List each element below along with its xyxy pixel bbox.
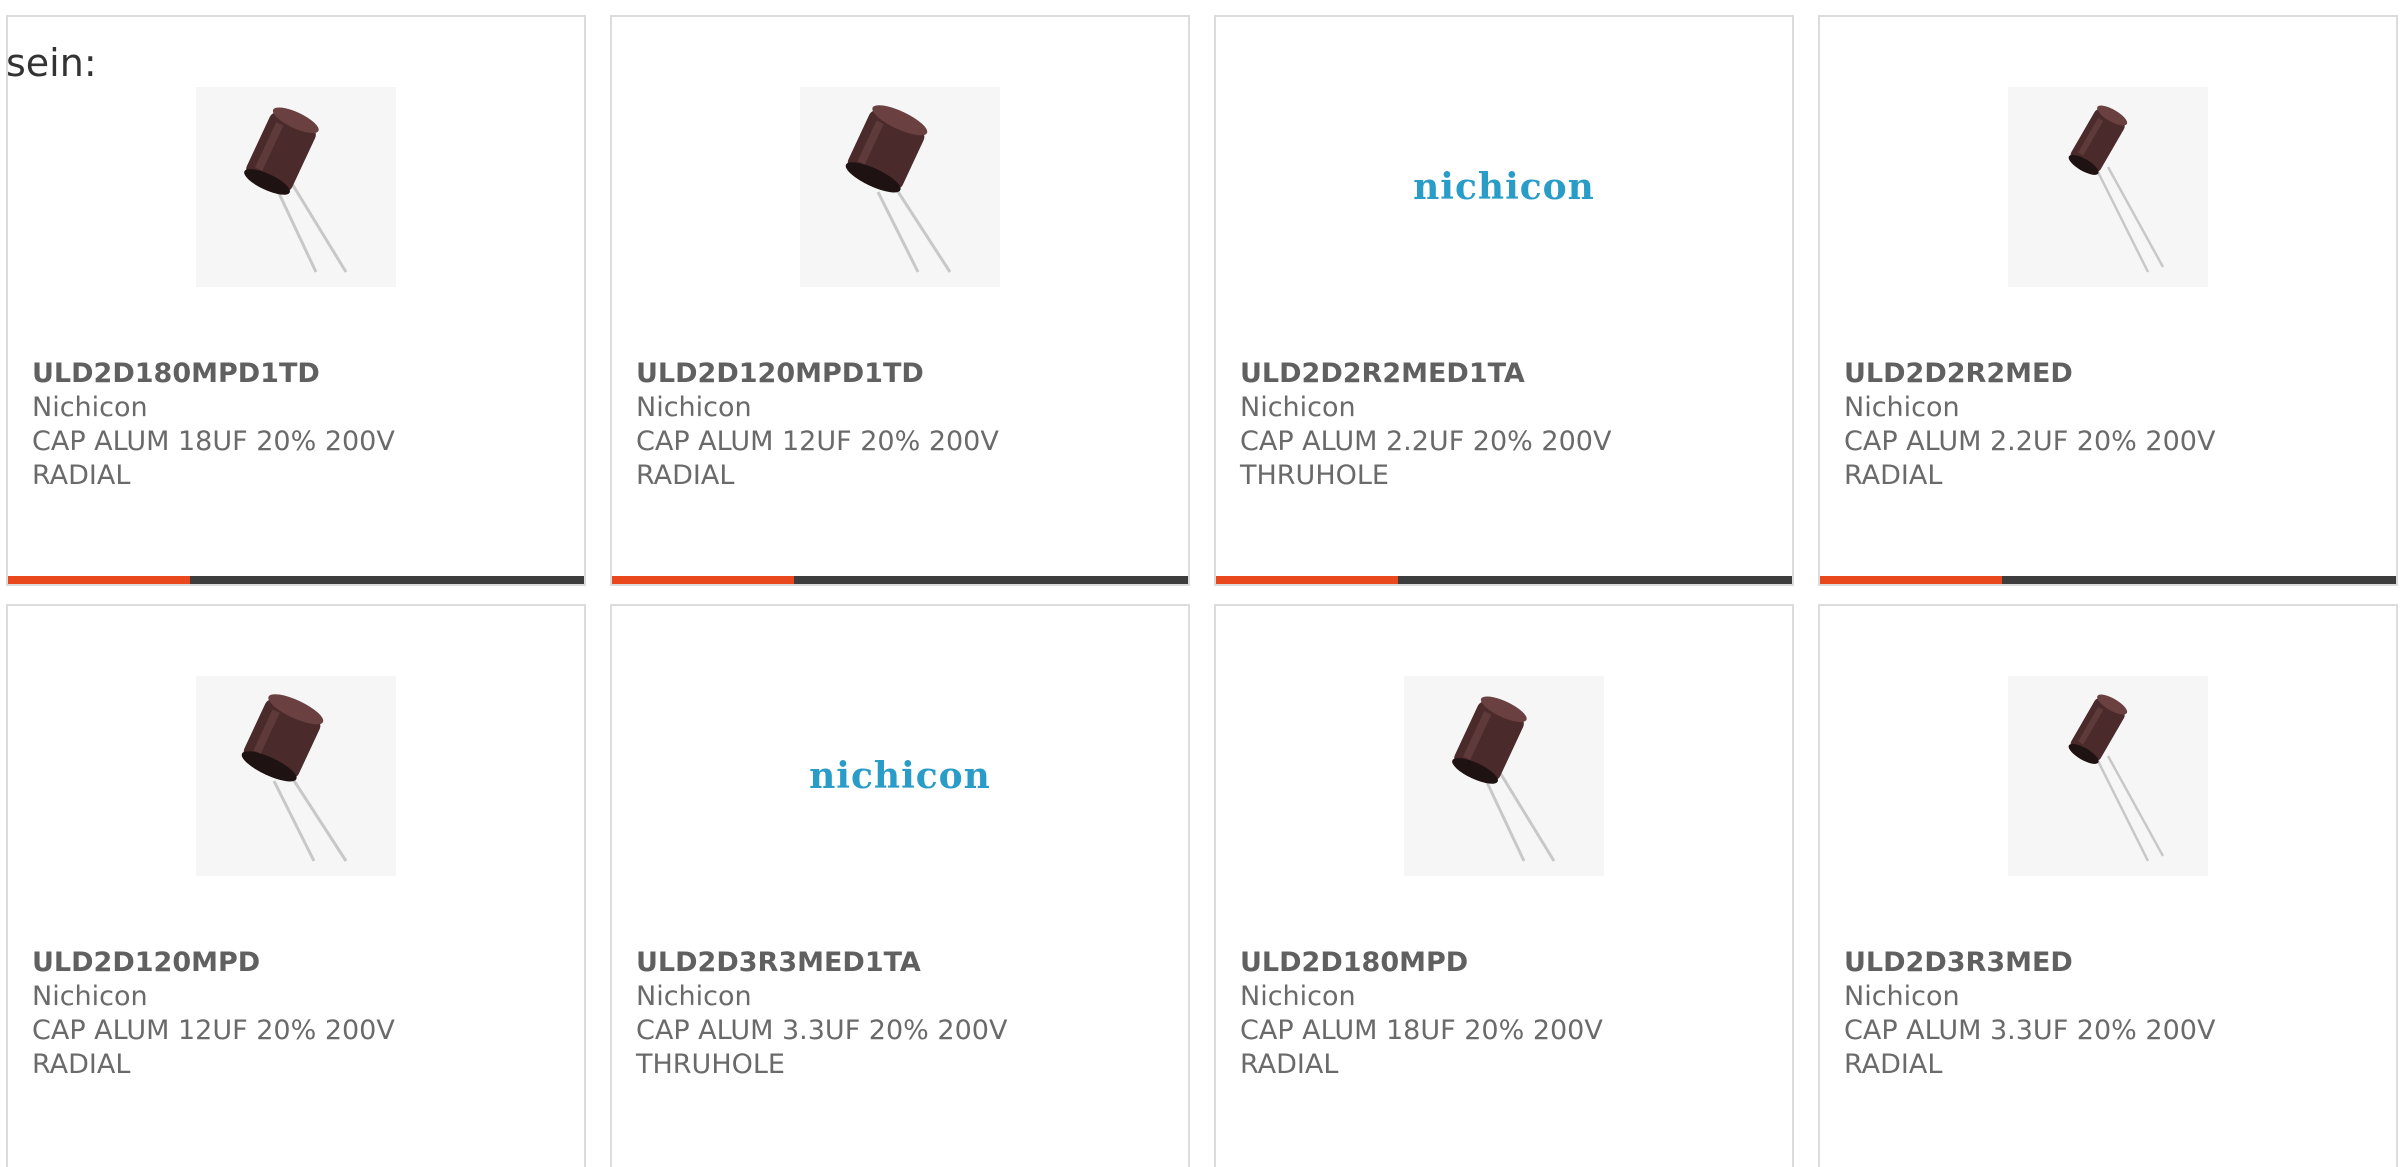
description-line-2: RADIAL [1844, 460, 1943, 491]
card-footer-bar [612, 576, 1188, 584]
product-info: ULD2D180MPD1TD Nichicon CAP ALUM 18UF 20… [32, 357, 564, 493]
description-line-2: THRUHOLE [636, 1049, 785, 1080]
product-image[interactable] [196, 676, 396, 876]
product-image[interactable] [800, 87, 1000, 287]
part-number[interactable]: ULD2D120MPD [32, 946, 564, 980]
product-info: ULD2D3R3MED Nichicon CAP ALUM 3.3UF 20% … [1844, 946, 2376, 1082]
manufacturer: Nichicon [32, 981, 148, 1012]
description-line-1: CAP ALUM 18UF 20% 200V [32, 426, 395, 457]
product-card[interactable]: ULD2D2R2MED Nichicon CAP ALUM 2.2UF 20% … [1818, 15, 2398, 586]
product-card[interactable]: nichicon ULD2D3R3MED1TA Nichicon CAP ALU… [610, 604, 1190, 1167]
description-line-2: RADIAL [32, 460, 131, 491]
description-line-1: CAP ALUM 3.3UF 20% 200V [1844, 1015, 2216, 1046]
product-image[interactable] [1404, 676, 1604, 876]
description-line-2: RADIAL [1240, 1049, 1339, 1080]
manufacturer: Nichicon [1844, 981, 1960, 1012]
product-info: ULD2D180MPD Nichicon CAP ALUM 18UF 20% 2… [1240, 946, 1772, 1082]
product-info: ULD2D2R2MED Nichicon CAP ALUM 2.2UF 20% … [1844, 357, 2376, 493]
description-line-1: CAP ALUM 2.2UF 20% 200V [1844, 426, 2216, 457]
product-info: ULD2D120MPD Nichicon CAP ALUM 12UF 20% 2… [32, 946, 564, 1082]
product-card[interactable]: ULD2D180MPD1TD Nichicon CAP ALUM 18UF 20… [6, 15, 586, 586]
product-info: ULD2D2R2MED1TA Nichicon CAP ALUM 2.2UF 2… [1240, 357, 1772, 493]
lead-text: sein: [6, 41, 97, 85]
manufacturer: Nichicon [636, 392, 752, 423]
product-image[interactable] [2008, 676, 2208, 876]
product-image[interactable]: nichicon [800, 676, 1000, 876]
description-line-1: CAP ALUM 18UF 20% 200V [1240, 1015, 1603, 1046]
card-footer-bar [1820, 576, 2396, 584]
product-image[interactable]: nichicon [1404, 87, 1604, 287]
capacitor-icon [2068, 694, 2165, 862]
part-number[interactable]: ULD2D2R2MED [1844, 357, 2376, 391]
product-info: ULD2D3R3MED1TA Nichicon CAP ALUM 3.3UF 2… [636, 946, 1168, 1082]
capacitor-icon [2068, 105, 2165, 273]
card-footer-accent [1820, 576, 2002, 584]
card-footer-bar [1216, 576, 1792, 584]
card-footer-bar [8, 576, 584, 584]
nichicon-logo: nichicon [809, 755, 991, 797]
nichicon-logo: nichicon [1413, 166, 1595, 208]
part-number[interactable]: ULD2D2R2MED1TA [1240, 357, 1772, 391]
product-info: ULD2D120MPD1TD Nichicon CAP ALUM 12UF 20… [636, 357, 1168, 493]
description-line-2: RADIAL [1844, 1049, 1943, 1080]
card-footer-accent [8, 576, 190, 584]
product-card[interactable]: ULD2D120MPD1TD Nichicon CAP ALUM 12UF 20… [610, 15, 1190, 586]
description-line-1: CAP ALUM 3.3UF 20% 200V [636, 1015, 1008, 1046]
part-number[interactable]: ULD2D3R3MED1TA [636, 946, 1168, 980]
capacitor-icon [244, 107, 348, 273]
capacitor-icon [845, 105, 952, 273]
product-card[interactable]: nichicon ULD2D2R2MED1TA Nichicon CAP ALU… [1214, 15, 1794, 586]
product-card[interactable]: ULD2D120MPD Nichicon CAP ALUM 12UF 20% 2… [6, 604, 586, 1167]
card-footer-accent [1216, 576, 1398, 584]
description-line-1: CAP ALUM 2.2UF 20% 200V [1240, 426, 1612, 457]
product-image[interactable] [2008, 87, 2208, 287]
manufacturer: Nichicon [32, 392, 148, 423]
card-footer-accent [612, 576, 794, 584]
product-image[interactable] [196, 87, 396, 287]
description-line-1: CAP ALUM 12UF 20% 200V [636, 426, 999, 457]
part-number[interactable]: ULD2D120MPD1TD [636, 357, 1168, 391]
part-number[interactable]: ULD2D3R3MED [1844, 946, 2376, 980]
manufacturer: Nichicon [1240, 392, 1356, 423]
capacitor-icon [1452, 696, 1556, 862]
description-line-2: THRUHOLE [1240, 460, 1389, 491]
part-number[interactable]: ULD2D180MPD [1240, 946, 1772, 980]
description-line-1: CAP ALUM 12UF 20% 200V [32, 1015, 395, 1046]
manufacturer: Nichicon [1240, 981, 1356, 1012]
description-line-2: RADIAL [636, 460, 735, 491]
manufacturer: Nichicon [636, 981, 752, 1012]
manufacturer: Nichicon [1844, 392, 1960, 423]
description-line-2: RADIAL [32, 1049, 131, 1080]
product-grid: ULD2D180MPD1TD Nichicon CAP ALUM 18UF 20… [0, 0, 2400, 1167]
product-card[interactable]: ULD2D180MPD Nichicon CAP ALUM 18UF 20% 2… [1214, 604, 1794, 1167]
part-number[interactable]: ULD2D180MPD1TD [32, 357, 564, 391]
capacitor-icon [241, 694, 348, 862]
product-card[interactable]: ULD2D3R3MED Nichicon CAP ALUM 3.3UF 20% … [1818, 604, 2398, 1167]
